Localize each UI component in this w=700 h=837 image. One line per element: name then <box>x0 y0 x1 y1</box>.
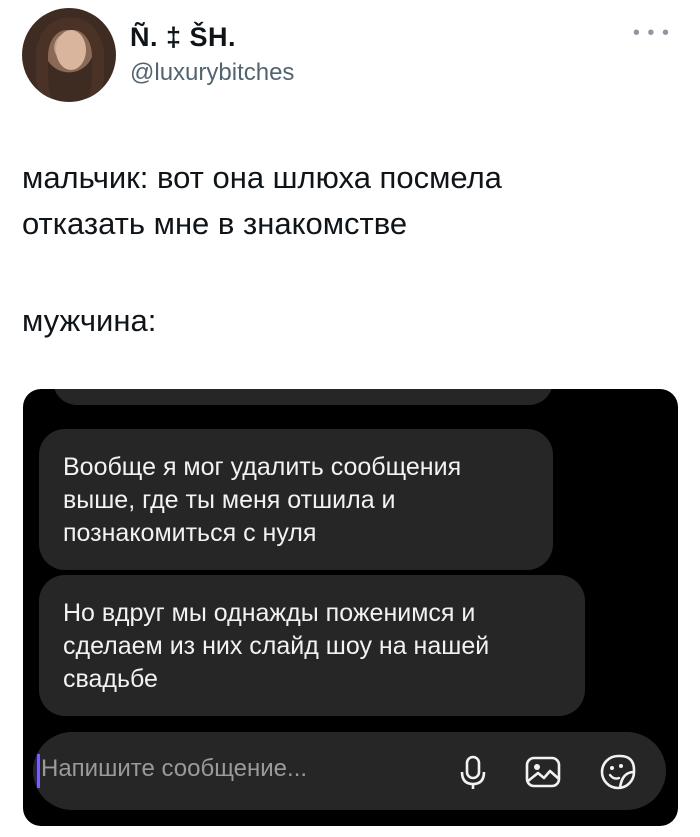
sticker-icon[interactable] <box>598 752 638 792</box>
message-input-placeholder[interactable]: Напишите сообщение... <box>41 755 307 783</box>
message-text: свадьбе <box>63 665 158 693</box>
chat-screenshot: Вообще я мог удалить сообщения выше, где… <box>23 389 678 826</box>
display-name[interactable]: Ñ. ‡ ŠH. <box>130 22 236 53</box>
avatar[interactable] <box>22 8 116 102</box>
message-bubble[interactable]: Вообще я мог удалить сообщения выше, где… <box>39 429 553 570</box>
microphone-icon[interactable] <box>453 752 493 792</box>
message-text: Но вдруг мы однажды поженимся и <box>63 599 476 627</box>
image-gallery-icon[interactable] <box>523 752 563 792</box>
message-bubble[interactable]: Но вдруг мы однажды поженимся и сделаем … <box>39 575 585 716</box>
text-cursor <box>37 754 40 788</box>
more-horizontal-icon[interactable]: • • • <box>633 22 670 45</box>
message-composer[interactable]: Напишите сообщение... <box>33 732 666 810</box>
message-text: Вообще я мог удалить сообщения <box>63 453 462 481</box>
tweet-text-line: мальчик: вот она шлюха посмела <box>22 160 502 195</box>
message-text: выше, где ты меня отшила и <box>63 486 396 514</box>
tweet-text-line: отказать мне в знакомстве <box>22 206 408 241</box>
previous-message-bubble <box>53 389 553 405</box>
tweet-text-line: мужчина: <box>22 303 157 338</box>
message-text: сделаем из них слайд шоу на нашей <box>63 632 490 660</box>
user-handle[interactable]: @luxurybitches <box>130 59 294 87</box>
message-text: познакомиться с нуля <box>63 519 317 547</box>
avatar-face <box>56 30 86 70</box>
